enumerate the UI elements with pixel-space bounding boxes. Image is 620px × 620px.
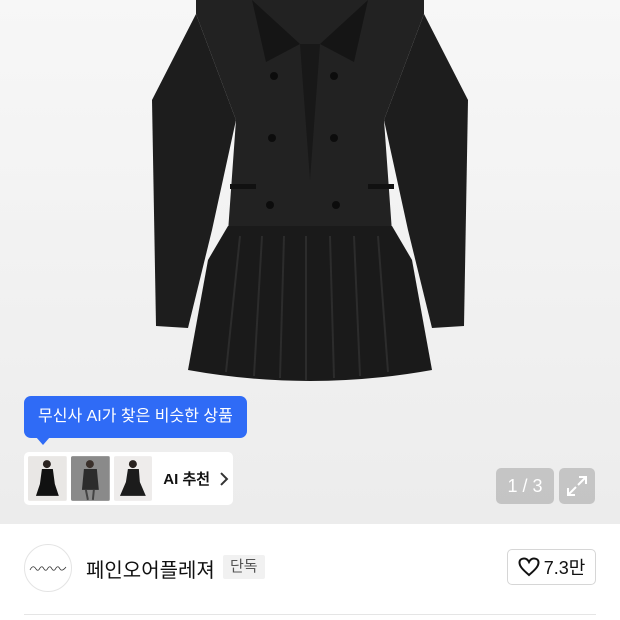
brand-logo-script	[29, 566, 67, 571]
zoom-button[interactable]	[559, 468, 595, 504]
thumbnail-black-dress[interactable]	[28, 456, 67, 501]
image-counter: 1 / 3	[496, 468, 554, 504]
brand-logo[interactable]	[24, 544, 72, 592]
section-divider	[24, 614, 596, 615]
like-button[interactable]: 7.3만	[507, 549, 596, 585]
like-count: 7.3만	[543, 558, 586, 578]
expand-icon	[567, 476, 587, 496]
thumbnail-dark-dress[interactable]	[113, 456, 153, 501]
heart-outline-icon	[518, 557, 540, 577]
product-image[interactable]	[0, 0, 620, 524]
product-image-gallery[interactable]: 무신사 AI가 찾은 비슷한 상품 AI 추천 1 / 3	[0, 0, 620, 524]
ai-similar-products-bubble[interactable]: 무신사 AI가 찾은 비슷한 상품	[24, 396, 247, 445]
ai-recommend-button[interactable]: AI 추천	[24, 452, 233, 505]
image-counter-text: 1 / 3	[507, 476, 543, 496]
thumbnail-gray-dress[interactable]	[70, 456, 110, 501]
chevron-right-icon	[220, 471, 229, 486]
ai-bubble-text: 무신사 AI가 찾은 비슷한 상품	[38, 408, 233, 425]
exclusive-badge: 단독	[223, 555, 265, 579]
store-name[interactable]: 페인오어플레져	[86, 554, 215, 583]
ai-recommend-label: AI 추천	[163, 471, 211, 488]
store-info-row: 페인오어플레져 단독 7.3만	[0, 524, 620, 614]
